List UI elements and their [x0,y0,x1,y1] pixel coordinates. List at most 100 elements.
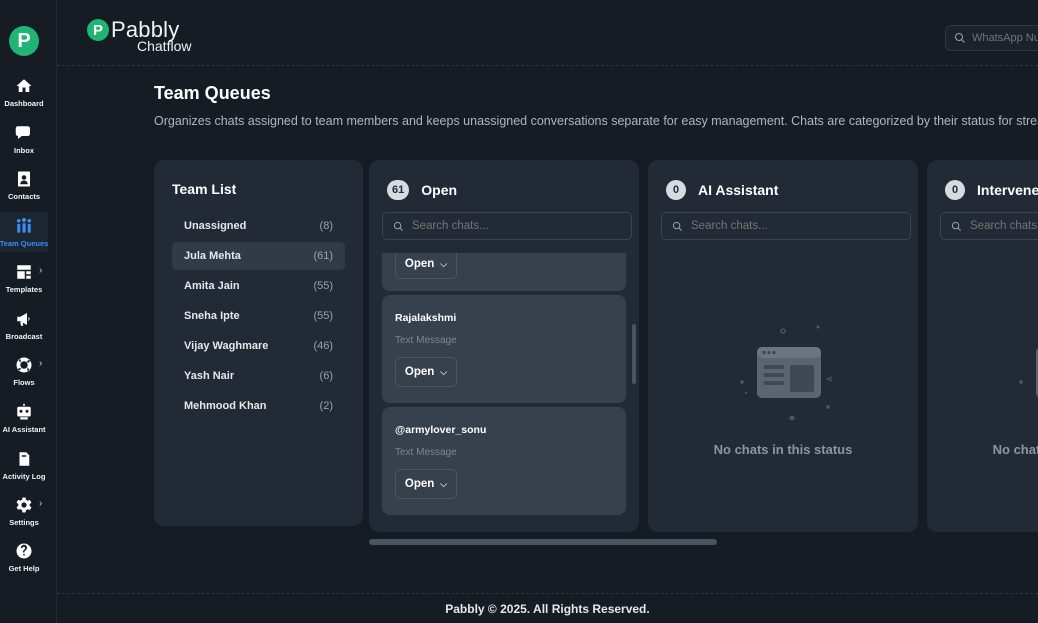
column-header: 61 Open [387,180,457,200]
nav-broadcast-label: Broadcast [5,332,43,341]
empty-state-text: No chats in this status [992,442,1038,457]
top-header: P Pabbly Chatflow [57,0,1038,66]
column-title: Open [421,182,458,198]
app-root: P Dashboard Inbox Contacts Team Queues T… [0,0,1038,623]
chevron-down-icon: ⌵ [440,366,448,377]
team-member-name: Mehmood Khan [184,400,267,412]
pabbly-logo[interactable]: P [9,26,39,56]
team-item-amita-jain[interactable]: Amita Jain (55) [172,272,345,300]
team-member-count: (6) [319,370,333,382]
nav-ai-assistant-label: AI Assistant [2,425,46,434]
chat-message-type: Text Message [395,447,457,458]
team-member-count: (55) [313,280,333,292]
megaphone-icon [17,313,30,326]
team-list-title: Team List [172,181,237,197]
open-button-label: Open [404,478,435,490]
settings-chevron-right-icon[interactable]: › [39,498,42,509]
team-item-mehmood-khan[interactable]: Mehmood Khan (2) [172,392,345,420]
chat-contact-name: @armylover_sonu [395,424,487,436]
column-count-badge: 0 [945,180,965,200]
team-item-unassigned[interactable]: Unassigned (8) [172,212,345,240]
column-search[interactable] [382,212,632,240]
chevron-down-icon: ⌵ [440,478,448,489]
whatsapp-number-search[interactable] [945,25,1038,51]
column-search[interactable] [940,212,1038,240]
team-item-yash-nair[interactable]: Yash Nair (6) [172,362,345,390]
open-status-dropdown[interactable]: Open ⌵ [395,253,457,279]
flows-chevron-right-icon[interactable]: › [39,358,42,369]
nav-inbox-label: Inbox [14,146,34,155]
column-title: Intervened [977,182,1038,198]
chat-icon [15,126,30,139]
team-member-count: (46) [313,340,333,352]
team-member-name: Vijay Waghmare [184,340,269,352]
footer: Pabbly © 2025. All Rights Reserved. [57,593,1038,623]
search-icon [955,33,965,43]
team-member-count: (55) [313,310,333,322]
nav-dashboard[interactable]: Dashboard [0,77,48,113]
nav-broadcast[interactable]: Broadcast [0,310,48,346]
team-member-count: (61) [313,250,333,262]
search-chats-input[interactable] [412,220,612,232]
chat-message-type: Text Message [395,335,457,346]
column-header: 0 AI Assistant [666,180,778,200]
brand-logo[interactable]: P Pabbly Chatflow [87,19,191,53]
nav-team-queues[interactable]: Team Queues [0,212,48,252]
queue-column-intervened: 0 Intervened No chats in this status [927,160,1038,532]
nav-ai-assistant[interactable]: AI Assistant [0,403,48,439]
brand-mark-icon: P [87,19,109,41]
nav-settings-label: Settings [9,518,39,527]
contacts-icon [18,171,30,187]
search-chats-input[interactable] [691,220,891,232]
queue-column-ai-assistant: 0 AI Assistant No chats in this [648,160,918,532]
page-title: Team Queues [154,83,271,103]
column-count-badge: 0 [666,180,686,200]
columns-horizontal-scrollbar[interactable] [369,539,717,545]
column-search[interactable] [661,212,911,240]
chat-card[interactable]: Open ⌵ [382,253,626,291]
nav-get-help-label: Get Help [8,564,40,573]
search-icon [951,221,961,231]
queue-column-open: 61 Open Open ⌵ Rajalakshmi Text Message O… [369,160,639,532]
nav-contacts[interactable]: Contacts [0,170,48,206]
templates-icon [17,265,31,279]
team-member-count: (2) [319,400,333,412]
search-chats-input[interactable] [970,220,1038,232]
nav-activity-log[interactable]: Activity Log [0,450,48,486]
chat-list-scrollbar[interactable] [632,324,636,384]
nav-templates-label: Templates [5,285,43,294]
nav-contacts-label: Contacts [7,192,41,201]
empty-inbox-illustration-icon [740,325,832,421]
sidebar: P Dashboard Inbox Contacts Team Queues T… [0,0,57,623]
chat-list[interactable]: Open ⌵ Rajalakshmi Text Message Open ⌵ @ar… [382,253,626,516]
team-list-panel: Team List Unassigned (8) Jula Mehta (61)… [154,160,363,526]
team-member-name: Sneha Ipte [184,310,240,322]
page-description: Organizes chats assigned to team members… [154,114,1038,128]
gear-icon [16,497,32,513]
team-icon [16,218,32,233]
empty-state-text: No chats in this status [713,442,853,457]
brand-subtitle: Chatflow [137,38,192,54]
templates-chevron-right-icon[interactable]: › [39,265,42,276]
chat-contact-name: Rajalakshmi [395,312,457,324]
nav-dashboard-label: Dashboard [4,99,44,108]
open-button-label: Open [404,258,435,270]
team-member-name: Yash Nair [184,370,235,382]
team-item-sneha-ipte[interactable]: Sneha Ipte (55) [172,302,345,330]
whatsapp-number-input[interactable] [972,32,1038,44]
robot-icon [17,403,31,420]
chat-card[interactable]: Rajalakshmi Text Message Open ⌵ [382,295,626,403]
team-item-vijay-waghmare[interactable]: Vijay Waghmare (46) [172,332,345,360]
team-member-name: Amita Jain [184,280,240,292]
team-member-count: (8) [319,220,333,232]
search-icon [393,221,403,231]
nav-get-help[interactable]: Get Help [0,542,48,578]
open-status-dropdown[interactable]: Open ⌵ [395,469,457,499]
empty-inbox-illustration-icon [1019,348,1038,397]
nav-inbox[interactable]: Inbox [0,124,48,160]
help-icon [16,543,32,559]
chat-card[interactable]: @armylover_sonu Text Message Open ⌵ [382,407,626,515]
open-status-dropdown[interactable]: Open ⌵ [395,357,457,387]
nav-flows-label: Flows [13,378,35,387]
team-item-jula-mehta[interactable]: Jula Mehta (61) [172,242,345,270]
